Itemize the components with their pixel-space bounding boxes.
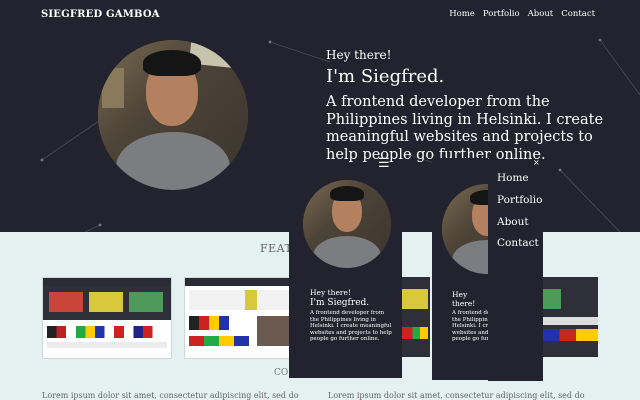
hero-description: A frontend developer from the Philippine… <box>326 94 604 163</box>
lorem-text-right: Lorem ipsum dolor sit amet, consectetur … <box>328 391 585 400</box>
mobile-profile-photo <box>303 180 391 268</box>
close-menu-icon[interactable]: × <box>533 158 540 167</box>
mobile-greeting: Hey there! <box>310 288 351 297</box>
nav-link-home[interactable]: Home <box>449 9 475 19</box>
top-navbar: SIEGFRED GAMBOA Home Portfolio About Con… <box>0 0 640 30</box>
featured-heading: FEAT <box>260 242 293 255</box>
project-card[interactable] <box>400 277 430 357</box>
nav-link-contact[interactable]: Contact <box>561 9 595 19</box>
content-heading: CO <box>274 368 289 378</box>
mobile-preview-panel-behind-menu: Hey there! A frontend developer from the… <box>432 158 488 380</box>
mobile-menu-item-home[interactable]: Home <box>497 172 529 184</box>
mobile-menu-item-contact[interactable]: Contact <box>497 237 539 249</box>
mobile-menu-item-about[interactable]: About <box>497 216 529 228</box>
project-card[interactable] <box>184 277 306 359</box>
nav-links: Home Portfolio About Contact <box>449 9 595 19</box>
mobile-menu-item-portfolio[interactable]: Portfolio <box>497 194 542 206</box>
profile-photo <box>98 40 248 190</box>
mobile-description: A frontend developer from the Philippine… <box>310 310 392 342</box>
mobile-nav-menu: Home Portfolio About Contact <box>488 160 543 381</box>
nav-link-portfolio[interactable]: Portfolio <box>483 9 520 19</box>
hamburger-menu-icon[interactable]: ☰ <box>378 156 390 171</box>
hero-greeting: Hey there! <box>326 48 392 62</box>
nav-link-about[interactable]: About <box>528 9 554 19</box>
mobile-profile-photo <box>442 184 488 274</box>
mobile-name: I'm Siegfred. <box>310 298 370 308</box>
project-card[interactable] <box>543 277 598 357</box>
mobile-description: A frontend developer from the Philippine… <box>452 310 488 342</box>
mobile-preview-panel: Hey there! I'm Siegfred. A frontend deve… <box>289 170 402 378</box>
project-card[interactable] <box>42 277 172 359</box>
site-brand[interactable]: SIEGFRED GAMBOA <box>41 9 160 20</box>
lorem-text-left: Lorem ipsum dolor sit amet, consectetur … <box>42 391 299 400</box>
mobile-greeting: Hey there! <box>452 290 476 308</box>
hero-name: I'm Siegfred. <box>326 66 445 87</box>
